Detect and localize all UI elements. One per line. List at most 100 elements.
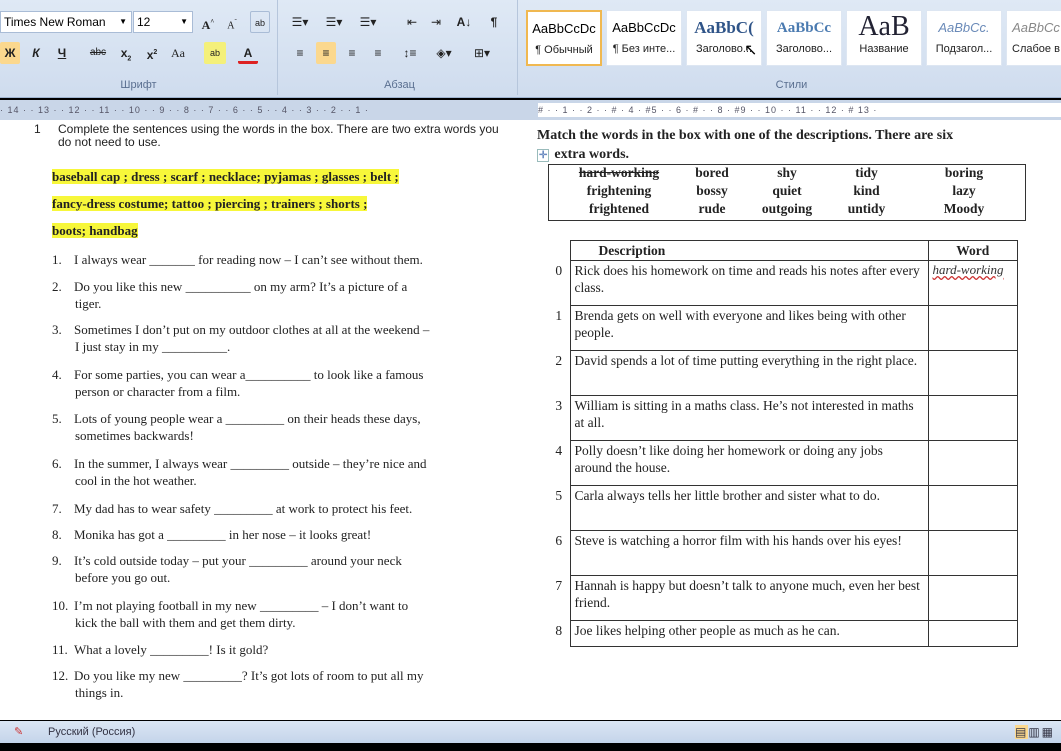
styles-group: AaBbCcDc ¶ Обычный AaBbCcDc ¶ Без инте... … — [522, 0, 1061, 95]
print-layout-icon[interactable]: ▤ — [1014, 725, 1029, 739]
shrink-font-button[interactable]: Aˇ — [222, 11, 242, 33]
style-preview: AaBbC( — [694, 18, 754, 37]
style-name: Подзагол... — [935, 43, 993, 55]
strikethrough-button[interactable]: abc — [88, 42, 108, 64]
word-option: hard-working — [578, 165, 660, 180]
question-item: 4. For some parties, you can wear a______… — [52, 366, 507, 400]
question-text-cont: before you go out. — [75, 570, 171, 585]
line-spacing-icon[interactable]: ↕≡ — [400, 42, 420, 64]
question-text: It’s cold outside today – put your _____… — [74, 553, 402, 568]
row-word-cell[interactable] — [927, 530, 1018, 576]
align-center-icon[interactable]: ≡ — [316, 42, 336, 64]
row-word-cell[interactable] — [927, 440, 1018, 486]
row-number: 0 — [555, 262, 563, 278]
style-heading-2[interactable]: AaBbCc Заголово... — [766, 10, 842, 66]
font-size-select[interactable]: 12 ▼ — [133, 11, 193, 33]
superscript-button[interactable]: x2 — [142, 42, 162, 64]
sort-icon[interactable]: A↓ — [454, 11, 474, 33]
grow-font-button[interactable]: A^ — [198, 11, 218, 33]
row-word-cell[interactable] — [927, 350, 1018, 396]
row-description: Joe likes helping other people as much a… — [569, 620, 929, 647]
reading-layout-icon[interactable]: ▥ — [1028, 725, 1041, 739]
question-item: 10. I’m not playing football in my new __… — [52, 597, 507, 631]
word-box: baseball cap ; dress ; scarf ; necklace;… — [52, 163, 399, 244]
row-number: 4 — [555, 442, 563, 458]
row-word-cell[interactable] — [927, 305, 1018, 351]
borders-icon[interactable]: ⊞▾ — [472, 42, 492, 64]
table-row: 2 David spends a lot of time putting ever… — [548, 350, 1018, 396]
align-right-icon[interactable]: ≡ — [342, 42, 362, 64]
instruction-text: Match the words in the box with one of t… — [537, 128, 954, 143]
question-item: 7. My dad has to wear safety _________ at… — [52, 500, 507, 517]
change-case-button[interactable]: Aa — [168, 42, 188, 64]
numbering-icon[interactable]: ☰▾ — [324, 11, 344, 33]
word-option: Moody — [943, 201, 985, 216]
row-number: 6 — [555, 532, 563, 548]
italic-button[interactable]: К — [26, 42, 46, 64]
horizontal-ruler[interactable]: · 14 · · 13 · · 12 · · 11 · · 10 · · 9 ·… — [0, 100, 1061, 120]
shading-icon[interactable]: ◈▾ — [434, 42, 454, 64]
style-name: Заголово... — [775, 43, 833, 55]
row-description: Carla always tells her little brother an… — [569, 485, 929, 531]
status-bar: ✎ Русский (Россия) ▤▥▦ — [0, 721, 1061, 743]
row-number: 3 — [555, 397, 563, 413]
word-option: frightened — [589, 201, 649, 216]
word-box-line: fancy-dress costume; tattoo ; piercing ;… — [52, 196, 368, 211]
question-number: 11. — [52, 642, 68, 657]
highlight-icon[interactable]: ab — [204, 42, 226, 64]
subscript-button[interactable]: x2 — [116, 42, 136, 64]
exercise-2-instruction-cont: ✛ extra words. — [537, 147, 629, 163]
table-row: 6 Steve is watching a horror film with hi… — [548, 530, 1018, 576]
style-preview: AaBbCc — [776, 20, 832, 36]
spellcheck-icon[interactable]: ✎ — [14, 721, 23, 743]
word-option: frightening — [586, 183, 652, 198]
row-description: Hannah is happy but doesn’t talk to anyo… — [569, 575, 929, 621]
align-left-icon[interactable]: ≡ — [290, 42, 310, 64]
web-layout-icon[interactable]: ▦ — [1042, 725, 1055, 739]
row-word-cell[interactable]: hard-working — [927, 260, 1018, 306]
row-word-cell[interactable] — [927, 395, 1018, 441]
justify-icon[interactable]: ≡ — [368, 42, 388, 64]
font-color-icon[interactable]: A — [238, 42, 258, 64]
table-move-handle-icon[interactable]: ✛ — [537, 149, 550, 162]
style-name: ¶ Без инте... — [612, 43, 676, 55]
question-number: 7. — [52, 501, 62, 516]
style-normal[interactable]: AaBbCcDc ¶ Обычный — [526, 10, 602, 66]
style-preview: AaB — [858, 11, 910, 42]
font-name-select[interactable]: Times New Roman ▼ — [0, 11, 132, 33]
word-option: kind — [853, 183, 880, 198]
bold-button[interactable]: Ж — [0, 42, 20, 64]
pilcrow-icon[interactable]: ¶ — [484, 11, 504, 33]
underline-button[interactable]: Ч — [52, 42, 72, 64]
row-word-cell[interactable] — [927, 575, 1018, 621]
paragraph-group: ☰▾ ☰▾ ☰▾ ⇤ ⇥ A↓ ¶ ≡ ≡ ≡ ≡ ↕≡ ◈▾ ⊞▾ Абзац — [282, 0, 518, 95]
description-table: Description Word 0 Rick does his homework … — [548, 240, 1018, 647]
mouse-cursor-icon: ↖ — [744, 42, 758, 59]
question-text: What a lovely _________! Is it gold? — [74, 642, 269, 657]
row-number: 5 — [555, 487, 563, 503]
clear-format-icon[interactable]: ab — [250, 11, 270, 33]
decrease-indent-icon[interactable]: ⇤ — [402, 11, 422, 33]
row-word-cell[interactable] — [927, 485, 1018, 531]
word-option: untidy — [847, 201, 886, 216]
language-indicator[interactable]: Русский (Россия) — [48, 721, 135, 743]
row-word-cell[interactable] — [927, 620, 1018, 647]
style-subtle-emphasis[interactable]: AaBbCc Слабое в — [1006, 10, 1061, 66]
style-no-spacing[interactable]: AaBbCcDc ¶ Без инте... — [606, 10, 682, 66]
exercise-1-instruction: 1 Complete the sentences using the words … — [34, 123, 514, 149]
style-subtitle[interactable]: AaBbCc. Подзагол... — [926, 10, 1002, 66]
row-number: 1 — [555, 307, 563, 323]
question-text: Monika has got a _________ in her nose –… — [74, 527, 372, 542]
style-title[interactable]: AaB Название — [846, 10, 922, 66]
view-buttons[interactable]: ▤▥▦ — [1014, 723, 1055, 741]
question-number: 10. — [52, 598, 69, 613]
word-option: tidy — [855, 165, 878, 180]
question-number: 1. — [52, 252, 62, 267]
table-row: 3 William is sitting in a maths class. He… — [548, 395, 1018, 441]
question-text-cont: kick the ball with them and get them dir… — [75, 615, 296, 630]
font-name-value: Times New Roman — [4, 15, 106, 29]
multilevel-list-icon[interactable]: ☰▾ — [358, 11, 378, 33]
document-page[interactable]: 1 Complete the sentences using the words … — [0, 120, 1061, 720]
increase-indent-icon[interactable]: ⇥ — [426, 11, 446, 33]
bullets-icon[interactable]: ☰▾ — [290, 11, 310, 33]
